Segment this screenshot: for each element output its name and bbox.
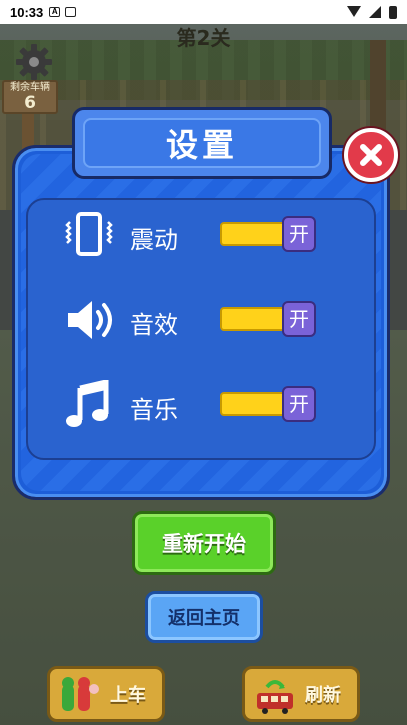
close-icon [360,144,382,166]
notification-a-icon: A [49,7,61,17]
vibration-label: 震动 [130,226,178,254]
restart-button[interactable]: 重新开始 [132,511,276,575]
settings-title: 设置 [83,118,321,168]
music-toggle-knob[interactable]: 开 [282,386,316,422]
speaker-icon [68,301,112,339]
notification-card-icon [65,7,77,17]
gear-icon[interactable] [14,42,54,82]
signal-icon [369,6,381,18]
home-button[interactable]: 返回主页 [145,591,263,643]
setting-row-sound-effects: 音效 开 [60,295,320,345]
battery-icon [389,5,397,19]
music-toggle[interactable]: 开 [220,386,316,422]
remaining-count: 6 [24,93,36,113]
refresh-bus-icon [257,680,293,714]
music-note-icon [66,380,109,427]
vibrate-icon [65,212,113,256]
settings-title-banner: 设置 [72,107,332,179]
sound-effects-toggle-track [220,307,290,331]
passengers-icon [62,677,99,711]
sound-effects-toggle[interactable]: 开 [220,301,316,337]
status-time: 10:33 [10,4,44,20]
setting-row-music: 音乐 开 [60,380,320,430]
close-button[interactable] [344,128,398,182]
vibration-toggle[interactable]: 开 [220,216,316,252]
refresh-button[interactable]: 刷新 [242,666,360,722]
status-bar: 10:33 A [0,0,407,24]
sound-effects-label: 音效 [130,311,178,339]
refresh-label: 刷新 [305,685,341,706]
level-title: 第2关 [176,26,231,50]
vibration-toggle-track [220,222,290,246]
wifi-icon [347,6,361,18]
board-button[interactable]: 上车 [47,666,165,722]
setting-row-vibration: 震动 开 [60,210,320,260]
remaining-vehicles-sign: 剩余车辆 6 [2,80,58,114]
sound-effects-toggle-knob[interactable]: 开 [282,301,316,337]
vibration-toggle-knob[interactable]: 开 [282,216,316,252]
music-toggle-track [220,392,290,416]
music-label: 音乐 [130,396,178,424]
board-label: 上车 [110,685,146,706]
